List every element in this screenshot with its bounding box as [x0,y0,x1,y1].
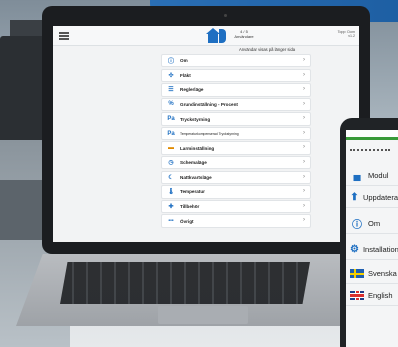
menu-item-temperatur[interactable]: 🌡 Temperatur › [161,185,311,199]
tablet-item-om[interactable]: ⓘ Om [346,214,398,234]
accessory-icon: ✚ [168,203,174,210]
info-icon: ⓘ [167,59,174,66]
info-icon: ⓘ [352,220,362,231]
roof-vent [0,180,44,240]
webcam [224,14,227,17]
brand-logo-icon [206,28,226,44]
temp-pressure-icon: Pa [167,130,175,137]
installation-icon: ⚙ [350,244,359,255]
tablet-item-installation[interactable]: ⚙ Installation [346,240,398,260]
menu-item-label: Om [180,58,188,64]
chevron-right-icon: › [303,202,305,209]
menu-item-label: Tillbehör [180,203,200,209]
chevron-right-icon: › [303,86,305,93]
tablet-item-svenska[interactable]: Svenska [346,264,398,284]
menu-item-grundinstallning[interactable]: % Grundinställning - Procent › [161,97,311,112]
chevron-right-icon: › [303,57,305,63]
hamburger-menu-icon[interactable] [59,32,69,40]
chevron-right-icon: › [303,217,305,224]
more-icon: ••• [168,218,174,225]
menu-item-label: Schemaläge [180,160,207,166]
menu-item-label: Temperaturkompenserad Tryckstyrning [180,131,239,136]
chevron-right-icon: › [303,71,305,78]
update-icon: ⬆ [350,192,359,203]
laptop-trackpad [158,306,248,324]
menu-item-nattlage[interactable]: ☾ Nattkvartsläge › [161,170,311,185]
menu-item-larminstallning[interactable]: ▬ Larminställning › [161,141,311,155]
menu-item-label: Temperatur [180,189,205,195]
app-topbar: 4 / 5 Användare Topp: Dom v1.2 [53,26,359,46]
schedule-icon: ◷ [168,160,174,167]
fan-icon: ✣ [168,72,174,79]
menu-item-reglerlage[interactable]: ☰ Reglerläge › [161,83,311,97]
menu-item-label: Grundinställning - Procent [180,101,238,107]
laptop-keyboard [60,262,310,304]
tablet-item-label: Modul [368,171,389,180]
progress-dots-icon [350,148,390,152]
tablet-item-uppdatera[interactable]: ⬆ Uppdatera [346,188,398,208]
percent-icon: % [168,101,174,108]
tablet-item-label: Om [368,219,381,228]
chevron-right-icon: › [303,144,305,151]
alarm-icon: ▬ [168,145,174,152]
chevron-right-icon: › [303,159,305,166]
english-flag-icon [350,290,364,302]
tablet-item-label: Installation [362,245,398,254]
swedish-flag-icon [350,268,364,280]
menu-item-om[interactable]: ⓘ Om › [161,54,311,68]
menu-item-tillbehor[interactable]: ✚ Tillbehör › [161,199,311,214]
tablet-item-english[interactable]: English [346,286,398,306]
tip-text: Användar visas på länger sida [239,47,296,52]
menu-item-label: Reglerläge [180,87,204,93]
tablet-status-strip [346,144,398,156]
tablet-header [346,130,398,140]
menu-item-label: Fläkt [180,72,191,78]
night-icon: ☾ [168,174,174,181]
menu-item-ovrigt[interactable]: ••• Övrigt › [161,214,311,228]
device-info: 4 / 5 Användare [231,29,257,39]
menu-item-temp-tryckstyrning[interactable]: Pa Temperaturkompenserad Tryckstyrning › [161,126,311,141]
menu-item-tryckstyrning[interactable]: Pa Tryckstyrning › [161,112,311,126]
tablet-item-label: Svenska [368,269,397,278]
thermometer-icon: 🌡 [167,189,175,196]
menu-item-label: Övrigt [180,218,194,224]
tablet-item-modul[interactable]: ▄ Modul [346,166,398,186]
chevron-right-icon: › [303,129,305,136]
chevron-right-icon: › [303,188,305,195]
chevron-right-icon: › [303,173,305,180]
menu-item-flakt[interactable]: ✣ Fläkt › [161,68,311,82]
chevron-right-icon: › [303,115,305,122]
module-icon: ▄ [353,170,361,181]
pressure-icon: Pa [167,116,175,122]
tablet-item-label: English [368,291,393,300]
tablet-item-label: Uppdatera [362,193,398,202]
chevron-right-icon: › [303,100,305,107]
device-info-label: Användare [234,34,254,39]
status-info: Topp: Dom v1.2 [338,30,355,39]
menu-item-label: Larminställning [180,145,215,151]
laptop-screen: 4 / 5 Användare Topp: Dom v1.2 Användar … [53,26,359,242]
list-icon: ☰ [168,87,174,94]
tablet-screen: ▄ Modul ⬆ Uppdatera ⓘ Om ⚙ Installation … [346,130,398,347]
status-info-line2: v1.2 [348,34,355,39]
settings-menu: ⓘ Om › ✣ Fläkt › ☰ Reglerläge › % Grundi… [161,54,311,229]
menu-item-label: Tryckstyrning [180,116,211,122]
menu-item-label: Nattkvartsläge [180,174,212,180]
menu-item-schemalage[interactable]: ◷ Schemaläge › [161,156,311,170]
